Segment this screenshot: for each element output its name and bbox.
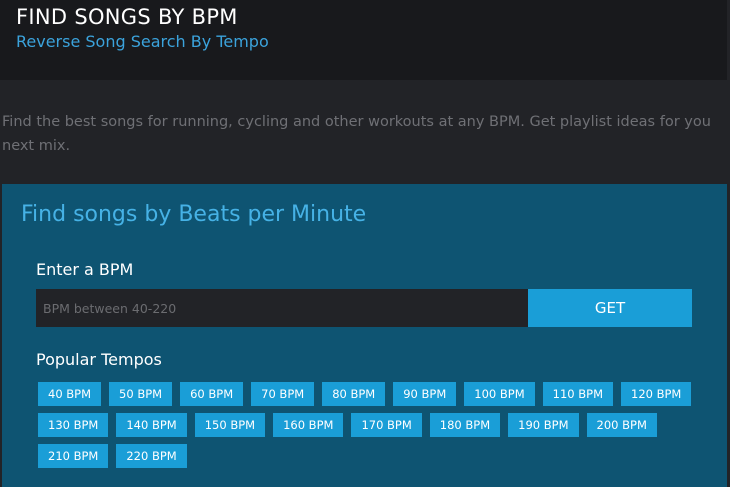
- site-title[interactable]: FIND SONGS BY BPM: [16, 5, 238, 29]
- bpm-input[interactable]: [36, 289, 528, 327]
- tempo-button-170[interactable]: 170 BPM: [351, 413, 422, 437]
- site-subtitle: Reverse Song Search By Tempo: [16, 32, 269, 51]
- site-header: FIND SONGS BY BPM Reverse Song Search By…: [0, 0, 727, 80]
- tempo-button-190[interactable]: 190 BPM: [508, 413, 579, 437]
- tempo-button-150[interactable]: 150 BPM: [194, 413, 266, 437]
- tempo-button-50[interactable]: 50 BPM: [109, 382, 173, 406]
- tempo-button-120[interactable]: 120 BPM: [621, 382, 692, 406]
- popular-tempos-grid: 40 BPM 50 BPM 60 BPM 70 BPM 80 BPM 90 BP…: [38, 382, 698, 468]
- tempo-button-110[interactable]: 110 BPM: [542, 382, 613, 406]
- panel-title: Find songs by Beats per Minute: [21, 202, 367, 227]
- bpm-input-label: Enter a BPM: [36, 260, 134, 279]
- tempo-button-100[interactable]: 100 BPM: [464, 382, 535, 406]
- bpm-search-panel: Find songs by Beats per Minute Enter a B…: [2, 184, 727, 487]
- tempo-button-140[interactable]: 140 BPM: [116, 413, 187, 437]
- intro-text: Find the best songs for running, cycling…: [2, 114, 711, 154]
- tempo-button-90[interactable]: 90 BPM: [393, 382, 457, 406]
- tempo-button-160[interactable]: 160 BPM: [273, 413, 344, 437]
- tempo-button-130[interactable]: 130 BPM: [38, 413, 109, 437]
- tempo-button-80[interactable]: 80 BPM: [322, 382, 386, 406]
- tempo-button-210[interactable]: 210 BPM: [38, 444, 109, 468]
- tempo-button-180[interactable]: 180 BPM: [429, 413, 501, 437]
- page: FIND SONGS BY BPM Reverse Song Search By…: [0, 0, 730, 487]
- get-button[interactable]: GET: [528, 289, 692, 327]
- tempo-button-70[interactable]: 70 BPM: [251, 382, 315, 406]
- tempo-button-200[interactable]: 200 BPM: [586, 413, 657, 437]
- tempo-button-220[interactable]: 220 BPM: [116, 444, 187, 468]
- tempo-button-40[interactable]: 40 BPM: [38, 382, 102, 406]
- popular-tempos-label: Popular Tempos: [36, 350, 162, 369]
- tempo-button-60[interactable]: 60 BPM: [180, 382, 244, 406]
